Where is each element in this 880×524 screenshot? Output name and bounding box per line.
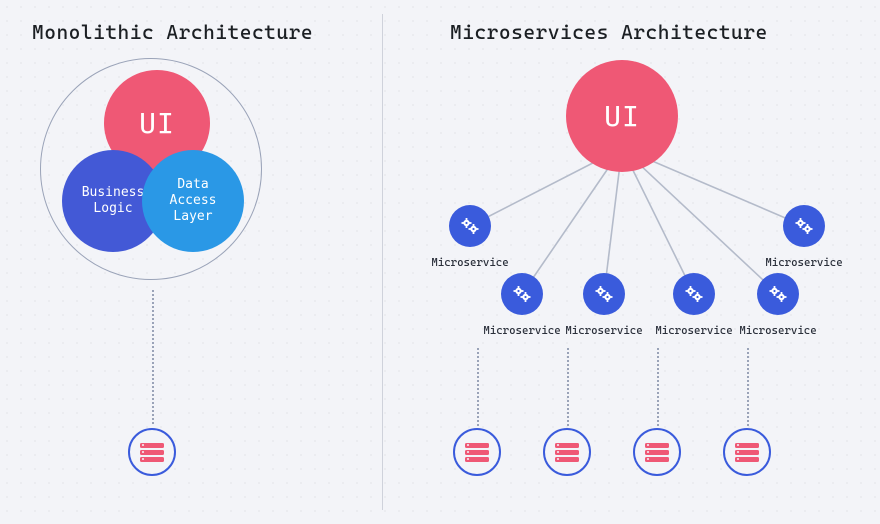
microservice-label: Microservice [483,324,560,337]
microservice-label: Microservice [765,256,842,269]
microservice-server-icon [543,428,591,476]
microservice-server-icon [453,428,501,476]
panel-divider [382,14,383,510]
microservices-ui-label: UI [604,99,640,134]
gears-icon [682,282,706,306]
microservice-node [757,273,799,315]
microservice-node [783,205,825,247]
microservice-label: Microservice [739,324,816,337]
microservice-server-icon [723,428,771,476]
monolith-ui-label: UI [139,106,175,141]
gears-icon [766,282,790,306]
ms-server-connector [477,348,479,426]
microservice-node [583,273,625,315]
microservice-label: Microservice [565,324,642,337]
left-title: Monolithic Architecture [32,20,313,44]
monolith-data-circle: DataAccessLayer [142,150,244,252]
monolith-server-icon [128,428,176,476]
ms-server-connector [657,348,659,426]
microservice-node [673,273,715,315]
microservice-node [501,273,543,315]
right-title: Microservices Architecture [450,20,768,44]
microservice-server-icon [633,428,681,476]
monolith-data-label: DataAccessLayer [170,177,217,226]
microservice-label: Microservice [655,324,732,337]
gears-icon [458,214,482,238]
monolith-server-connector [152,290,154,424]
gears-icon [792,214,816,238]
gears-icon [510,282,534,306]
microservice-node [449,205,491,247]
monolith-business-label: BusinessLogic [82,185,145,218]
gears-icon [592,282,616,306]
ms-server-connector [567,348,569,426]
microservices-ui-circle: UI [566,60,678,172]
microservice-label: Microservice [431,256,508,269]
ms-server-connector [747,348,749,426]
